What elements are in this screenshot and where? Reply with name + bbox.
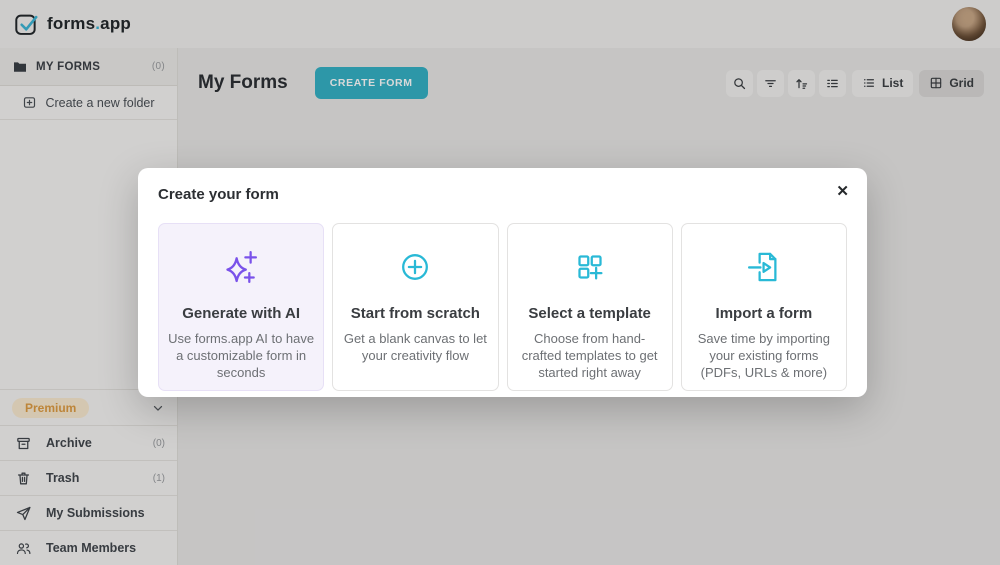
create-form-modal: Create your form ✕ Generate with AI Use … <box>138 168 867 397</box>
card-import-a-form[interactable]: Import a form Save time by importing you… <box>681 223 847 391</box>
card-title: Generate with AI <box>167 305 315 322</box>
card-title: Import a form <box>690 305 838 322</box>
card-title: Start from scratch <box>341 305 489 322</box>
card-select-a-template[interactable]: Select a template Choose from hand-craft… <box>507 223 673 391</box>
card-description: Choose from hand-crafted templates to ge… <box>516 330 664 381</box>
card-generate-with-ai[interactable]: Generate with AI Use forms.app AI to hav… <box>158 223 324 391</box>
plus-circle-icon <box>341 245 489 289</box>
close-icon[interactable]: ✕ <box>832 180 853 203</box>
import-document-icon <box>690 245 838 289</box>
card-description: Get a blank canvas to let your creativit… <box>341 330 489 364</box>
card-description: Use forms.app AI to have a customizable … <box>167 330 315 381</box>
modal-cards: Generate with AI Use forms.app AI to hav… <box>158 223 847 391</box>
card-start-from-scratch[interactable]: Start from scratch Get a blank canvas to… <box>332 223 498 391</box>
template-grid-icon <box>516 245 664 289</box>
card-title: Select a template <box>516 305 664 322</box>
ai-sparkle-icon <box>167 245 315 289</box>
modal-title: Create your form <box>158 186 847 203</box>
card-description: Save time by importing your existing for… <box>690 330 838 381</box>
